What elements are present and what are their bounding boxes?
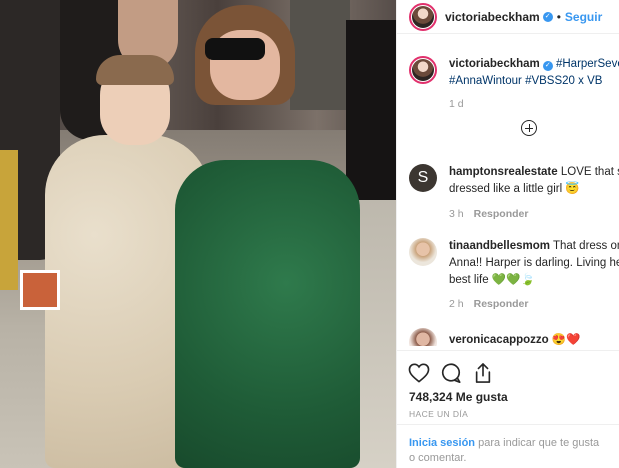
follow-button[interactable]: Seguir [565,10,602,24]
comment-icon[interactable] [439,361,463,385]
post-timestamp: HACE UN DÍA [409,409,469,419]
hashtag[interactable]: #HarperSeven [556,58,619,70]
separator-dot: • [556,9,561,24]
reply-button[interactable]: Responder [474,208,529,220]
avatar[interactable] [409,2,437,31]
action-bar [397,350,619,390]
caption-username[interactable]: victoriabeckham [449,58,540,70]
verified-icon: ✓ [542,11,553,22]
caption-age: 1 d [449,98,464,110]
share-icon[interactable] [471,361,495,385]
comments-list[interactable]: victoriabeckham✓ #HarperSeven #AnnaWinto… [397,36,619,346]
comment-text: veronicacappozzo 😍❤️ [449,334,581,346]
comment-text: tinaandbellesmom That dress on Anna!! Ha… [449,240,619,286]
comment-username[interactable]: veronicacappozzo [449,334,549,346]
comment-username[interactable]: tinaandbellesmom [449,240,550,252]
post-photo[interactable] [0,0,396,468]
reply-button[interactable]: Responder [474,298,529,310]
login-prompt: Inicia sesión para indicar que te gusta … [397,424,619,468]
hashtag[interactable]: #AnnaWintour #VBSS20 x VB [449,75,602,87]
comment-meta: 3 h Responder [449,208,529,220]
post-sidebar: victoriabeckham ✓ • Seguir victoriabeckh… [396,0,619,468]
heart-icon[interactable] [407,361,431,385]
comment-username[interactable]: hamptonsrealestate [449,166,558,178]
post-username[interactable]: victoriabeckham [445,10,540,24]
comment-avatar[interactable]: S [409,164,437,192]
comment-avatar[interactable] [409,238,437,266]
verified-icon: ✓ [542,61,553,71]
plus-circle-icon[interactable] [521,120,537,136]
post-header: victoriabeckham ✓ • Seguir [397,0,619,34]
comment-text: hamptonsrealestate LOVE that she dressed… [449,166,619,195]
caption-avatar[interactable] [409,56,437,84]
login-link[interactable]: Inicia sesión [409,437,475,449]
like-count[interactable]: 748,324 Me gusta [409,390,508,404]
caption-text: victoriabeckham✓ #HarperSeven #AnnaWinto… [449,56,619,90]
comment-meta: 2 h Responder [449,298,529,310]
comment-avatar[interactable] [409,328,437,346]
